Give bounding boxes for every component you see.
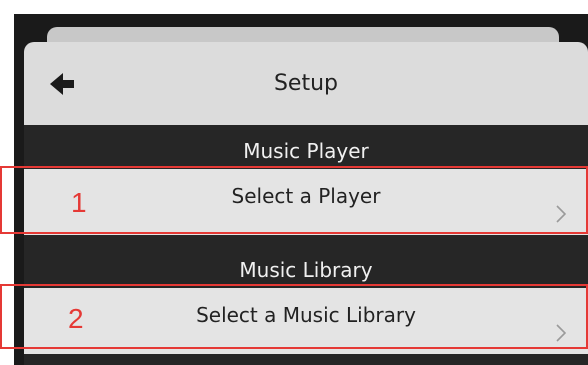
select-music-library-row[interactable]: Select a Music Library <box>24 288 588 354</box>
chevron-right-icon <box>556 324 566 342</box>
select-player-row[interactable]: Select a Player <box>24 169 588 235</box>
section-header-music-library: Music Library <box>239 258 373 282</box>
section-header-music-player: Music Player <box>243 139 369 163</box>
chevron-right-icon <box>556 205 566 223</box>
step-2-number: 2 <box>68 303 84 334</box>
page-title: Setup <box>273 71 339 96</box>
setup-panel: Setup Music Player Select a Player Music… <box>24 42 588 365</box>
step-1-number: 1 <box>71 187 87 218</box>
select-music-library-label: Select a Music Library <box>196 303 416 327</box>
select-player-label: Select a Player <box>231 184 381 208</box>
arrow-left-icon[interactable] <box>50 72 76 96</box>
header-bar: Setup <box>24 42 588 125</box>
app-screen: Setup Music Player Select a Player Music… <box>14 14 588 365</box>
